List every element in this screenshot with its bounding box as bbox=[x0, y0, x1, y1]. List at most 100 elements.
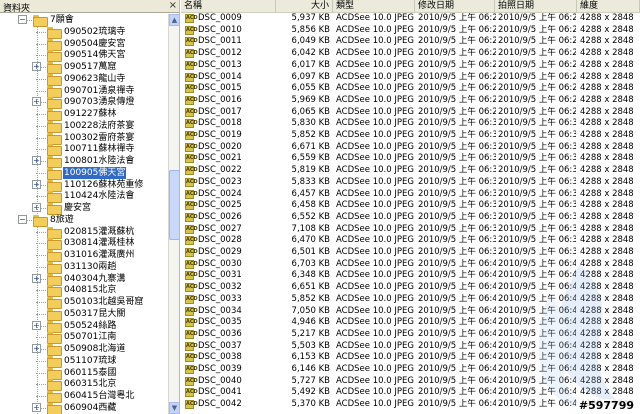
folder-pane-scrollbar[interactable]: ▲ ▼ bbox=[168, 14, 179, 414]
folder-icon bbox=[47, 191, 62, 204]
tree-folder-item[interactable]: 051107琉球 bbox=[0, 355, 168, 368]
file-modified: 2010/9/5 上午 06:30 bbox=[418, 118, 496, 129]
file-modified: 2010/9/5 上午 06:29 bbox=[418, 94, 496, 105]
tree-item-label: 060904西藏 bbox=[64, 402, 117, 413]
tree-folder-item[interactable]: + 慶安宮 bbox=[0, 202, 168, 215]
tree-folder-item[interactable]: +110126蘇林苑重修 bbox=[0, 179, 168, 192]
file-row[interactable]: ACDDSC_0025 6,458 KB ACDSee 10.0 JPEG ... 2… bbox=[181, 200, 640, 211]
tree-folder-item[interactable]: +050908北海道 bbox=[0, 343, 168, 356]
file-dims: 4288 x 2848 bbox=[580, 48, 634, 59]
tree-folder-item[interactable]: 110424水陸法會 bbox=[0, 190, 168, 204]
column-header-size[interactable]: 大小 bbox=[276, 0, 333, 13]
tree-item-label: 050103北越吳哥窟 bbox=[64, 297, 144, 307]
file-type: ACDSee 10.0 JPEG ... bbox=[336, 223, 414, 234]
tree-folder-item[interactable]: 031016灌溉廣州 bbox=[0, 249, 168, 262]
folder-icon bbox=[47, 250, 62, 262]
file-row[interactable]: ACDDSC_0026 6,552 KB ACDSee 10.0 JPEG ... 2… bbox=[181, 212, 640, 223]
tree-folder-item[interactable]: +090517萬窟 bbox=[0, 61, 168, 74]
tree-folder-item[interactable]: 090502琉璃寺 bbox=[0, 26, 168, 39]
tree-folder-group[interactable]: − 8旅遊 bbox=[0, 214, 168, 227]
file-row[interactable]: ACDDSC_0014 6,097 KB ACDSee 10.0 JPEG ... 2… bbox=[181, 72, 640, 83]
file-row[interactable]: ACDDSC_0027 7,108 KB ACDSee 10.0 JPEG ... 2… bbox=[181, 224, 640, 235]
tree-folder-group[interactable]: − 7願會 bbox=[0, 14, 168, 27]
tree-folder-item[interactable]: +060904西藏 bbox=[0, 402, 168, 414]
scroll-up-icon[interactable]: ▲ bbox=[169, 14, 179, 26]
tree-folder-item[interactable]: 030814灌溉桂林 bbox=[0, 237, 168, 251]
tree-folder-item[interactable]: 050317昆大關 bbox=[0, 308, 168, 321]
file-size: 6,348 KB bbox=[291, 270, 330, 281]
tree-item-label: 060315北京 bbox=[64, 379, 117, 390]
tree-folder-item[interactable]: 090701湧泉禪寺 bbox=[0, 85, 168, 98]
tree-folder-item[interactable]: 100228法府茶宴 bbox=[0, 120, 168, 133]
file-type: ACDSee 10.0 JPEG ... bbox=[336, 141, 414, 152]
file-size: 6,146 KB bbox=[291, 364, 330, 374]
tree-folder-item[interactable]: 060115泰國 bbox=[0, 367, 168, 380]
tree-folder-item[interactable]: 091227蘇林 bbox=[0, 108, 168, 121]
file-row[interactable]: ACDDSC_0024 6,457 KB ACDSee 10.0 JPEG ... 2… bbox=[181, 189, 640, 200]
file-row[interactable]: ACDDSC_0012 6,042 KB ACDSee 10.0 JPEG ... 2… bbox=[181, 48, 640, 59]
tree-folder-item[interactable]: 100711蘇林禪寺 bbox=[0, 143, 168, 157]
tree-folder-item[interactable]: 090504慶安宮 bbox=[0, 38, 168, 51]
file-row[interactable]: ACDDSC_0018 5,830 KB ACDSee 10.0 JPEG ... 2… bbox=[181, 118, 640, 129]
file-dims: 4288 x 2848 bbox=[580, 36, 634, 47]
column-header-name[interactable]: 名稱 bbox=[181, 0, 276, 13]
file-row[interactable]: ACDDSC_0016 5,969 KB ACDSee 10.0 JPEG ... 2… bbox=[181, 95, 640, 106]
column-header-dims[interactable]: 維度 bbox=[577, 0, 640, 13]
file-row[interactable]: ACDDSC_0017 6,065 KB ACDSee 10.0 JPEG ... 2… bbox=[181, 107, 640, 118]
file-size: 5,856 KB bbox=[291, 24, 330, 35]
tree-folder-item[interactable]: 090514佛天宮 bbox=[0, 49, 168, 63]
collapse-icon[interactable]: − bbox=[18, 15, 27, 24]
scroll-down-icon[interactable]: ▼ bbox=[169, 402, 179, 414]
tree-folder-item[interactable]: 050701江南 bbox=[0, 331, 168, 345]
tree-folder-item[interactable]: +040304九寨溝 bbox=[0, 273, 168, 286]
file-name: DSC_0022 bbox=[198, 165, 242, 176]
file-row[interactable]: ACDDSC_0015 6,055 KB ACDSee 10.0 JPEG ... 2… bbox=[181, 83, 640, 94]
file-size: 5,852 KB bbox=[291, 293, 330, 304]
file-type: ACDSee 10.0 JPEG ... bbox=[336, 317, 414, 328]
file-row[interactable]: ACDDSC_0023 5,833 KB ACDSee 10.0 JPEG ... 2… bbox=[181, 177, 640, 188]
file-size: 6,457 KB bbox=[291, 188, 330, 199]
file-name: DSC_0034 bbox=[198, 305, 242, 316]
file-row[interactable]: ACDDSC_0011 6,049 KB ACDSee 10.0 JPEG ... 2… bbox=[181, 36, 640, 47]
tree-folder-item[interactable]: 060415台灣粵北 bbox=[0, 390, 168, 403]
tree-folder-item[interactable]: +100801水陸法會 bbox=[0, 155, 168, 168]
tree-folder-item[interactable]: 090623龍山寺 bbox=[0, 73, 168, 86]
jpeg-file-icon: ACD bbox=[185, 84, 198, 94]
tree-folder-item[interactable]: 050103北越吳哥窟 bbox=[0, 296, 168, 309]
column-header-modified[interactable]: 修改日期 bbox=[415, 0, 495, 13]
close-icon[interactable]: × bbox=[169, 0, 177, 12]
tree-folder-item[interactable]: 020815灌溉蘇杭 bbox=[0, 226, 168, 239]
file-modified: 2010/9/5 上午 06:42 bbox=[418, 293, 496, 304]
file-name: DSC_0032 bbox=[198, 282, 242, 293]
file-name: DSC_0037 bbox=[198, 340, 242, 351]
file-row[interactable]: ACDDSC_0022 5,819 KB ACDSee 10.0 JPEG ... 2… bbox=[181, 165, 640, 176]
file-row[interactable]: ACDDSC_0021 6,559 KB ACDSee 10.0 JPEG ... 2… bbox=[181, 153, 640, 164]
jpeg-file-icon: ACD bbox=[185, 37, 198, 47]
file-row[interactable]: ACDDSC_0010 5,856 KB ACDSee 10.0 JPEG ... 2… bbox=[181, 25, 640, 36]
column-header-type[interactable]: 類型 bbox=[333, 0, 415, 13]
jpeg-file-icon: ACD bbox=[185, 14, 198, 23]
file-row[interactable]: ACDDSC_0020 6,671 KB ACDSee 10.0 JPEG ... 2… bbox=[181, 142, 640, 153]
tree-folder-item[interactable]: 100302雷府茶宴 bbox=[0, 132, 168, 145]
tree-folder-item[interactable]: 040815北京 bbox=[0, 284, 168, 298]
tree-folder-item[interactable]: +090703湧泉傳燈 bbox=[0, 96, 168, 110]
jpeg-file-icon: ACD bbox=[185, 25, 198, 35]
tree-folder-item[interactable]: 100905佛天宮 bbox=[0, 165, 168, 180]
scrollbar-thumb[interactable] bbox=[169, 170, 179, 240]
tree-folder-item[interactable]: 031130兩趟 bbox=[0, 261, 168, 274]
tree-guide-line bbox=[37, 26, 38, 214]
folder-icon bbox=[47, 379, 62, 392]
file-taken: 2010/9/5 上午 06:33 bbox=[498, 141, 576, 152]
collapse-icon[interactable]: − bbox=[18, 214, 27, 224]
tree-folder-item[interactable]: 060315北京 bbox=[0, 378, 168, 392]
file-dims: 4288 x 2848 bbox=[580, 176, 634, 187]
file-modified: 2010/9/5 上午 06:40 bbox=[418, 270, 496, 281]
file-row[interactable]: ACDDSC_0019 5,852 KB ACDSee 10.0 JPEG ... 2… bbox=[181, 130, 640, 141]
tree-item-label: 090504慶安宮 bbox=[64, 38, 126, 49]
file-row[interactable]: ACDDSC_0013 6,017 KB ACDSee 10.0 JPEG ... 2… bbox=[181, 60, 640, 71]
column-header-taken[interactable]: 拍照日期 bbox=[495, 0, 577, 13]
file-row[interactable]: ACDDSC_0009 5,937 KB ACDSee 10.0 JPEG ... 2… bbox=[181, 13, 640, 24]
file-name: DSC_0010 bbox=[198, 24, 242, 35]
file-row[interactable]: ACDDSC_0028 6,470 KB ACDSee 10.0 JPEG ... 2… bbox=[181, 235, 640, 246]
tree-folder-item[interactable]: +050524絲路 bbox=[0, 320, 168, 333]
